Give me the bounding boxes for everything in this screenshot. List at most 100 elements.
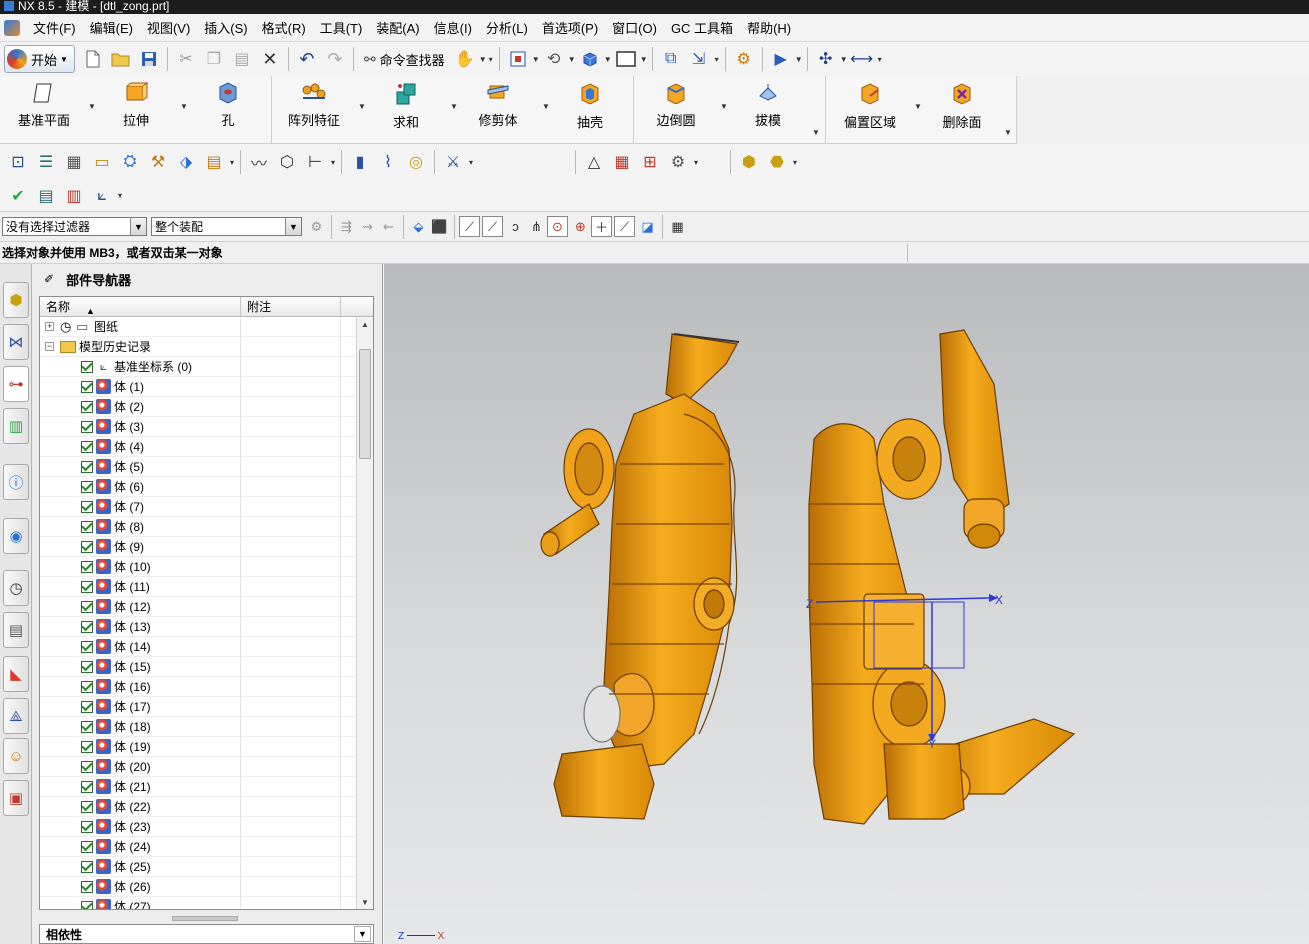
visibility-checkbox[interactable] xyxy=(81,880,93,893)
spring-icon[interactable]: ⌇ xyxy=(374,149,402,175)
menu-format[interactable]: 格式(R) xyxy=(255,18,313,37)
trim-body-button[interactable]: 修剪体 xyxy=(466,80,530,128)
roles-tab-icon[interactable]: ☺ xyxy=(3,738,29,774)
menu-preferences[interactable]: 首选项(P) xyxy=(535,18,605,37)
extrude-button[interactable]: 拉伸 xyxy=(104,80,168,128)
tree-row-body[interactable]: 体 (15) xyxy=(40,656,356,677)
tree-row-body[interactable]: 体 (2) xyxy=(40,396,356,417)
visibility-checkbox[interactable] xyxy=(81,840,93,853)
point-constructor-icon[interactable]: ✣ xyxy=(812,46,840,72)
menu-window[interactable]: 窗口(O) xyxy=(605,18,664,37)
snap-control-point-icon[interactable]: ↄ xyxy=(505,216,526,237)
shaded-view-icon[interactable] xyxy=(576,46,604,72)
right-leg-model[interactable] xyxy=(808,329,1076,825)
visibility-checkbox[interactable] xyxy=(81,760,93,773)
nx-menu-icon[interactable] xyxy=(4,19,20,36)
visibility-checkbox[interactable] xyxy=(81,680,93,693)
visibility-checkbox[interactable] xyxy=(81,620,93,633)
select-body-icon[interactable]: ⬙ xyxy=(408,216,429,237)
add-table-icon[interactable]: ⊞ xyxy=(636,149,664,175)
assembly-navigator-tool-icon[interactable]: ⊡ xyxy=(4,149,32,175)
tree-row-body[interactable]: 体 (6) xyxy=(40,476,356,497)
visibility-checkbox[interactable] xyxy=(81,800,93,813)
wcs-icon[interactable]: ⚙ xyxy=(730,46,758,72)
curve-analysis-icon[interactable]: ⊢ xyxy=(301,149,329,175)
hd3d-tools-tab-icon[interactable]: ⓘ xyxy=(3,464,29,500)
assembly-clone-icon[interactable]: ⬢ xyxy=(735,149,763,175)
tree-row-body[interactable]: 体 (21) xyxy=(40,776,356,797)
snap-grid-icon[interactable]: ▦ xyxy=(667,216,688,237)
edge-blend-button[interactable]: 边倒圆 xyxy=(644,80,708,128)
snap-point-on-face-icon[interactable]: ◪ xyxy=(637,216,658,237)
visibility-checkbox[interactable] xyxy=(81,600,93,613)
snap-midpoint-icon[interactable]: ⟋ xyxy=(482,216,503,237)
report-icon[interactable]: ▥ xyxy=(60,183,88,209)
surface-icon[interactable]: ⬡ xyxy=(273,149,301,175)
web-browser-tab-icon[interactable]: ◉ xyxy=(3,518,29,554)
delete-icon[interactable]: ✕ xyxy=(256,46,284,72)
tree-row-body[interactable]: 体 (1) xyxy=(40,376,356,397)
tree-row-body[interactable]: 体 (3) xyxy=(40,416,356,437)
tree-row-body[interactable]: 体 (8) xyxy=(40,516,356,537)
tree-row-body[interactable]: 体 (25) xyxy=(40,856,356,877)
triangle-icon[interactable]: △ xyxy=(580,149,608,175)
tree-row-body[interactable]: 体 (9) xyxy=(40,536,356,557)
snap-quadrant-icon[interactable]: ⊕ xyxy=(570,216,591,237)
clipping-icon[interactable]: ⇲ xyxy=(685,46,713,72)
visibility-checkbox[interactable] xyxy=(81,380,93,393)
tree-row-body[interactable]: 体 (10) xyxy=(40,556,356,577)
menu-analysis[interactable]: 分析(L) xyxy=(479,18,535,37)
tree-row-body[interactable]: 体 (18) xyxy=(40,716,356,737)
open-folder-icon[interactable] xyxy=(107,46,135,72)
expand-icon[interactable]: + xyxy=(45,322,54,331)
rotate-view-icon[interactable]: ⟲ xyxy=(540,46,568,72)
reset-filter-icon[interactable]: ⚙ xyxy=(306,216,327,237)
assembly-wave-icon[interactable]: ⬣ xyxy=(763,149,791,175)
visibility-checkbox[interactable] xyxy=(81,780,93,793)
visibility-checkbox[interactable] xyxy=(81,580,93,593)
curve-icon[interactable]: 〰 xyxy=(245,149,273,175)
type-filter-dropdown[interactable]: 没有选择过滤器 ▼ xyxy=(2,217,147,236)
undo-icon[interactable]: ↶ xyxy=(293,46,321,72)
offset-region-button[interactable]: 偏置区域 xyxy=(838,80,902,130)
pattern-feature-button[interactable]: 阵列特征 xyxy=(282,80,346,128)
tree-row-drawings[interactable]: + ◷ ▭ 图纸 xyxy=(40,316,356,337)
visibility-checkbox[interactable] xyxy=(81,400,93,413)
move-to-layer-icon[interactable]: ▭ xyxy=(88,149,116,175)
snap-existing-point-icon[interactable]: ＋ xyxy=(591,216,612,237)
text-note-icon[interactable]: ▤ xyxy=(200,149,228,175)
copy-icon[interactable]: ❐ xyxy=(200,46,228,72)
start-button[interactable]: 开始 ▼ xyxy=(4,45,75,73)
tree-row-body[interactable]: 体 (11) xyxy=(40,576,356,597)
scrollbar-thumb[interactable] xyxy=(359,349,371,459)
cut-icon[interactable]: ✂ xyxy=(172,46,200,72)
select-component-icon[interactable]: ⇝ xyxy=(357,216,378,237)
selection-scope-dropdown[interactable]: 整个装配 ▼ xyxy=(151,217,302,236)
menu-assembly[interactable]: 装配(A) xyxy=(369,18,426,37)
tree-row-model-history[interactable]: − 模型历史记录 xyxy=(40,336,356,357)
visibility-checkbox[interactable] xyxy=(81,480,93,493)
spreadsheet-icon[interactable]: ▤ xyxy=(32,183,60,209)
tree-row-body[interactable]: 体 (12) xyxy=(40,596,356,617)
column-header-note[interactable]: 附注 xyxy=(241,297,341,317)
tree-scrollbar[interactable]: ▲ ▼ xyxy=(356,317,373,909)
move-component-icon[interactable]: ⬗ xyxy=(172,149,200,175)
select-feature-icon[interactable]: ⇜ xyxy=(378,216,399,237)
datum-plane-button[interactable]: 基准平面 xyxy=(12,80,76,128)
scroll-down-icon[interactable]: ▼ xyxy=(357,895,373,909)
snap-intersection-icon[interactable]: ⋔ xyxy=(526,216,547,237)
menu-gc-toolkit[interactable]: GC 工具箱 xyxy=(664,18,740,37)
layer-settings-icon[interactable]: ☰ xyxy=(32,149,60,175)
cylinder-icon[interactable]: ▮ xyxy=(346,149,374,175)
snap-point-on-curve-icon[interactable]: ⟋ xyxy=(614,216,635,237)
process-studio-tab-icon[interactable]: ◣ xyxy=(3,656,29,692)
bearing-icon[interactable]: ◎ xyxy=(402,149,430,175)
column-header-name[interactable]: 名称 ▲ xyxy=(40,297,241,317)
visibility-checkbox[interactable] xyxy=(81,640,93,653)
csys-tool-icon[interactable]: ⟀ xyxy=(88,183,116,209)
manufacturing-wizard-tab-icon[interactable]: ⟁ xyxy=(3,698,29,734)
collapse-icon[interactable]: − xyxy=(45,342,54,351)
visibility-checkbox[interactable] xyxy=(81,440,93,453)
tree-row-body[interactable]: 体 (14) xyxy=(40,636,356,657)
tree-row-body[interactable]: 体 (5) xyxy=(40,456,356,477)
